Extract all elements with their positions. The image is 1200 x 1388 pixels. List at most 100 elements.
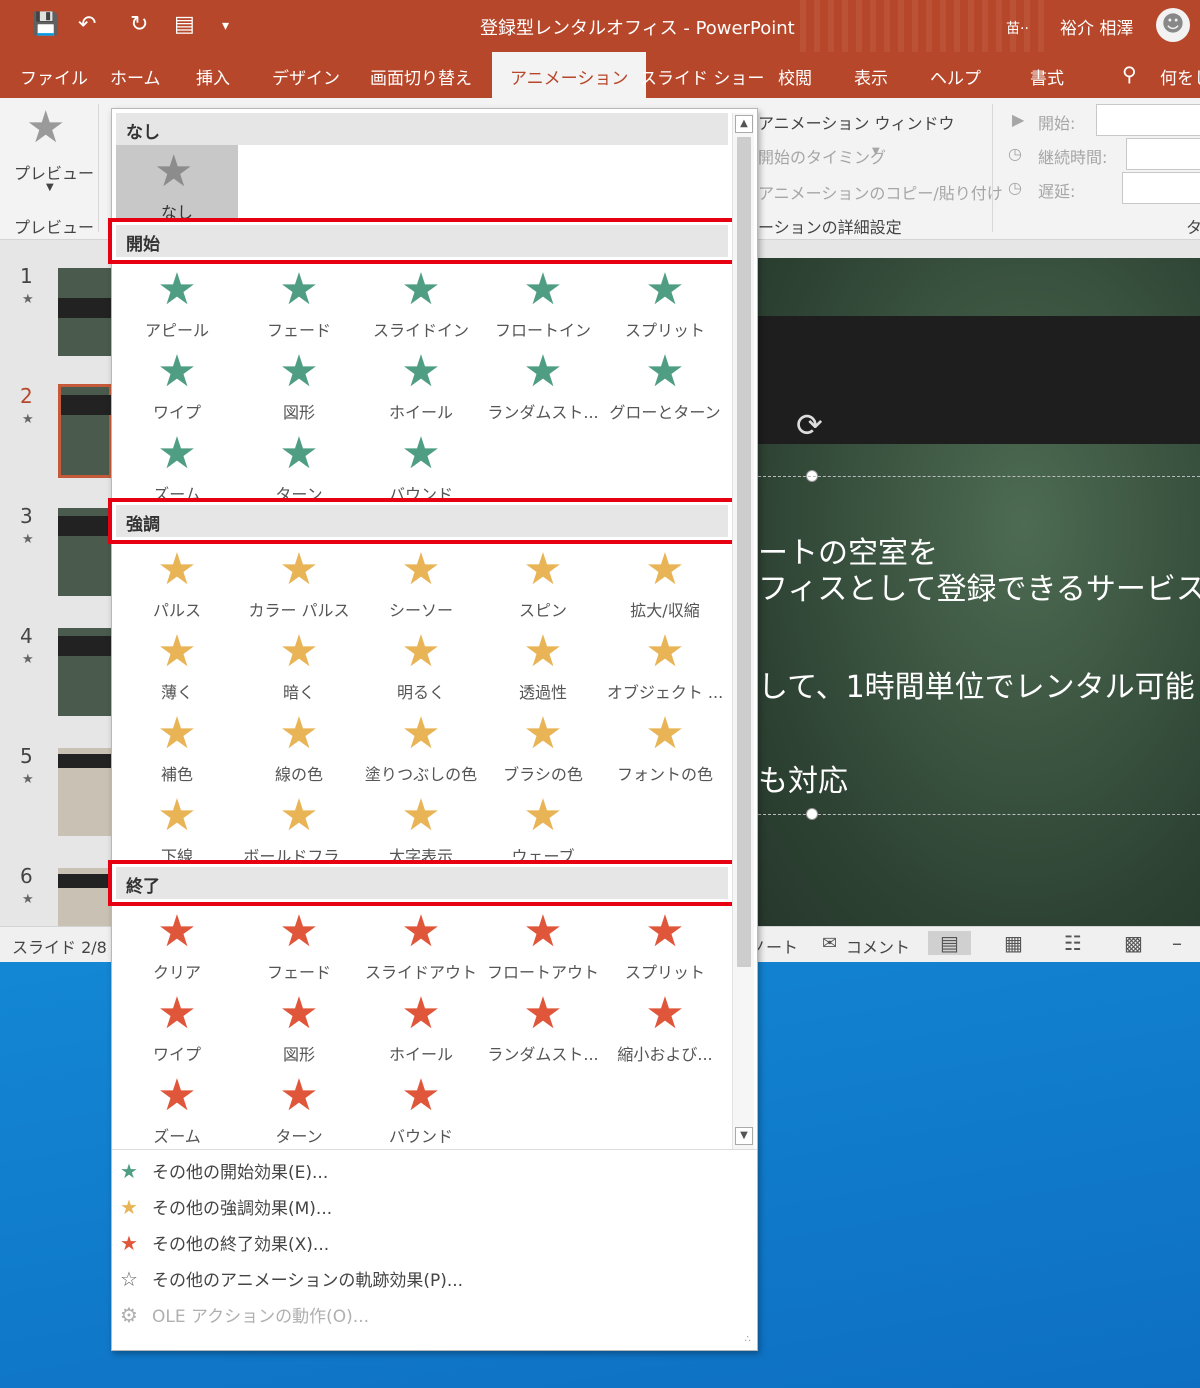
animation-effect-item[interactable]: ★ バウンド [360,1071,482,1153]
customize-qat-icon[interactable]: ▾ [222,18,229,34]
tab-review[interactable]: 校閲 [778,64,812,89]
more-exit-effects[interactable]: ★ その他の終了効果(X)... [120,1230,720,1264]
slide-text-line-4[interactable]: も対応 [758,756,848,800]
tab-insert[interactable]: 挿入 [196,64,230,89]
animation-effect-item[interactable]: ★ ワイプ [116,347,238,429]
tab-format[interactable]: 書式 [1030,64,1064,89]
slide-thumbnail-2[interactable] [58,384,115,478]
animation-effect-item[interactable]: ★ 塗りつぶしの色 [360,709,482,791]
lightbulb-icon[interactable]: ⚲ [1122,62,1137,86]
ribbon-display-icon[interactable]: 苗·· [1006,18,1029,38]
animation-effect-item[interactable]: ★ ターン [238,1071,360,1153]
animation-effect-item[interactable]: ★ ホイール [360,989,482,1071]
tab-view[interactable]: 表示 [854,64,888,89]
tab-home[interactable]: ホーム [110,64,161,89]
animation-effect-item[interactable]: ★ 線の色 [238,709,360,791]
user-name[interactable]: 裕介 相澤 [1060,14,1133,39]
animation-effect-item[interactable]: ★ フェード [238,907,360,989]
slide-thumbnail-1[interactable] [58,268,112,356]
animation-effect-item[interactable]: ★ スプリット [604,265,726,347]
tab-help[interactable]: ヘルプ [930,64,981,89]
animation-effect-item[interactable]: ★ パルス [116,545,238,627]
start-select[interactable] [1096,104,1200,136]
gallery-scrollbar[interactable]: ▲ ▼ [732,113,754,1149]
duration-input[interactable] [1126,138,1200,170]
animation-effect-item[interactable]: ★ スライドアウト [360,907,482,989]
trigger-dropdown-icon[interactable]: ▼ [872,146,880,157]
animation-effect-item[interactable]: ★ 下線 [116,791,238,873]
undo-icon[interactable]: ↶ [78,12,96,37]
animation-effect-item[interactable]: ★ ランダムスト... [482,989,604,1071]
user-avatar-icon[interactable]: ☻ [1156,8,1190,42]
animation-effect-item[interactable]: ★ ボールドフラ... [238,791,360,873]
reading-view-icon[interactable]: ☷ [1064,931,1082,955]
animation-effect-item[interactable]: ★ 透過性 [482,627,604,709]
animation-effect-item[interactable]: ★ 暗く [238,627,360,709]
normal-view-icon[interactable]: ▤ [928,931,971,955]
more-entrance-effects[interactable]: ★ その他の開始効果(E)... [120,1158,720,1192]
animation-effect-item[interactable]: ★ ズーム [116,429,238,511]
animation-effect-item[interactable]: ★ 補色 [116,709,238,791]
animation-effect-item[interactable]: ★ フェード [238,265,360,347]
animation-pane-button[interactable]: アニメーション ウィンドウ [758,110,954,134]
scroll-down-icon[interactable]: ▼ [735,1127,753,1145]
animation-effect-item[interactable]: ★ オブジェクト ... [604,627,726,709]
animation-effect-item[interactable]: ★ バウンド [360,429,482,511]
scroll-up-icon[interactable]: ▲ [735,115,753,133]
animation-effect-item[interactable]: ★ クリア [116,907,238,989]
animation-effect-item[interactable]: ★ フロートアウト [482,907,604,989]
animation-effect-item[interactable]: ★ 太字表示 [360,791,482,873]
animation-effect-item[interactable]: ★ シーソー [360,545,482,627]
animation-effect-item[interactable]: ★ 縮小および... [604,989,726,1071]
comment-icon[interactable]: ✉ [822,933,837,954]
slide-thumbnail-3[interactable] [58,508,112,596]
scrollbar-thumb[interactable] [737,137,751,967]
slide-thumbnail-5[interactable] [58,748,112,836]
slide-sorter-icon[interactable]: ▦ [1004,931,1023,955]
save-icon[interactable]: 💾 [32,12,59,37]
animation-effect-item[interactable]: ★ フロートイン [482,265,604,347]
start-from-beginning-icon[interactable]: ▤ [174,12,195,37]
resize-grip-icon[interactable]: ∴ [745,1334,751,1345]
slide-text-line-2[interactable]: フィスとして登録できるサービス [758,564,1200,608]
animation-effect-item[interactable]: ★ ターン [238,429,360,511]
animation-effect-item[interactable]: ★ スプリット [604,907,726,989]
slide-thumbnail-4[interactable] [58,628,112,716]
animation-effect-item[interactable]: ★ フォントの色 [604,709,726,791]
more-motion-paths[interactable]: ☆ その他のアニメーションの軌跡効果(P)... [120,1266,720,1300]
animation-effect-item[interactable]: ★ スピン [482,545,604,627]
slide-thumbnail-6[interactable] [58,868,112,926]
slide-canvas[interactable]: ⟳ ートの空室を フィスとして登録できるサービス して、1時間単位でレンタル可能… [758,258,1200,926]
animation-effect-item[interactable]: ★ カラー パルス [238,545,360,627]
preview-star-icon[interactable]: ★ [26,102,65,153]
tab-animations[interactable]: アニメーション [492,52,647,98]
animation-effect-item[interactable]: ★ ブラシの色 [482,709,604,791]
slideshow-icon[interactable]: ▩ [1124,931,1143,955]
trigger-button[interactable]: 開始のタイミング [758,144,886,168]
zoom-out-icon[interactable]: – [1172,931,1182,955]
animation-effect-item[interactable]: ★ 図形 [238,989,360,1071]
animation-effect-item[interactable]: ★ 図形 [238,347,360,429]
animation-effect-item[interactable]: ★ ワイプ [116,989,238,1071]
animation-effect-item[interactable]: ★ ウェーブ [482,791,604,873]
comments-button[interactable]: コメント [846,934,910,958]
redo-icon[interactable]: ↻ [130,12,148,37]
animation-effect-item[interactable]: ★ ズーム [116,1071,238,1153]
delay-input[interactable] [1122,172,1200,204]
preview-dropdown-icon[interactable]: ▼ [46,182,54,193]
animation-none-item[interactable]: ★ なし [116,145,238,222]
animation-effect-item[interactable]: ★ ランダムスト... [482,347,604,429]
animation-effect-item[interactable]: ★ ホイール [360,347,482,429]
animation-effect-item[interactable]: ★ 拡大/収縮 [604,545,726,627]
animation-effect-item[interactable]: ★ スライドイン [360,265,482,347]
animation-effect-item[interactable]: ★ 明るく [360,627,482,709]
resize-handle[interactable] [806,808,818,820]
more-emphasis-effects[interactable]: ★ その他の強調効果(M)... [120,1194,720,1228]
tab-slideshow[interactable]: スライド ショー [640,64,764,89]
animation-painter-button[interactable]: アニメーションのコピー/貼り付け [758,180,1003,204]
animation-effect-item[interactable]: ★ 薄く [116,627,238,709]
tab-transitions[interactable]: 画面切り替え [370,64,472,89]
tab-file[interactable]: ファイル [20,64,88,89]
animation-effect-item[interactable]: ★ グローとターン [604,347,726,429]
tab-design[interactable]: デザイン [272,64,340,89]
